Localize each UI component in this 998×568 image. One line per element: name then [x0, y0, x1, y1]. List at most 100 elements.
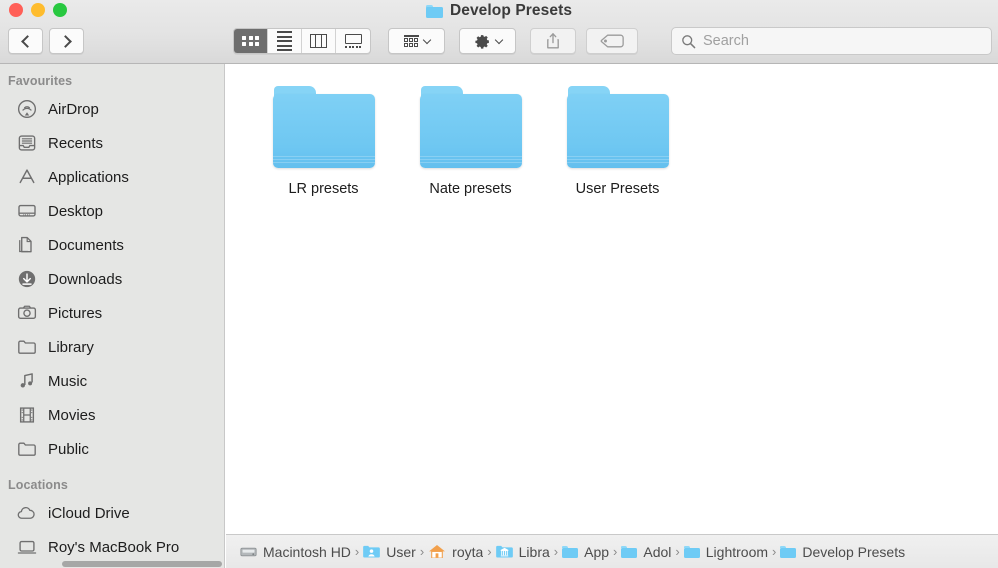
- library-folder-icon: [495, 545, 513, 558]
- breadcrumb-item[interactable]: Macintosh HD: [240, 544, 351, 560]
- file-grid: LR presets Nate presets User Presets: [226, 64, 998, 197]
- sidebar-horizontal-scrollbar[interactable]: [62, 561, 222, 567]
- sidebar-item-label: Pictures: [48, 304, 103, 322]
- window-chrome: Develop Presets Search: [0, 0, 998, 64]
- action-menu-button[interactable]: [459, 28, 516, 54]
- sidebar-item-music[interactable]: Music: [0, 364, 224, 398]
- desktop-icon: [16, 201, 37, 222]
- breadcrumb-item[interactable]: royta: [428, 544, 483, 560]
- back-button[interactable]: [8, 28, 43, 54]
- window-title-bar: Develop Presets: [0, 0, 998, 22]
- recents-icon: [16, 133, 37, 154]
- harddisk-icon: [240, 545, 257, 559]
- file-item[interactable]: LR presets: [250, 86, 397, 197]
- sidebar-item-label: Downloads: [48, 270, 123, 288]
- forward-button[interactable]: [49, 28, 84, 54]
- search-placeholder: Search: [703, 33, 749, 49]
- view-as-list-button[interactable]: [268, 29, 302, 53]
- search-input[interactable]: Search: [671, 27, 992, 55]
- share-button[interactable]: [530, 28, 576, 54]
- sidebar-item-label: Applications: [48, 168, 129, 186]
- breadcrumb-item[interactable]: Develop Presets: [780, 544, 905, 560]
- sidebar-item-label: Public: [48, 440, 89, 458]
- airdrop-icon: [16, 99, 37, 120]
- breadcrumb-item[interactable]: Lightroom: [683, 543, 769, 560]
- sidebar-item-public[interactable]: Public: [0, 432, 224, 466]
- sidebar-item-desktop[interactable]: Desktop: [0, 194, 224, 228]
- sidebar-item-pictures[interactable]: Pictures: [0, 296, 224, 330]
- path-bar: Macintosh HD › User › royta › Libra › Ap…: [226, 534, 998, 568]
- chevron-right-icon: [58, 34, 72, 48]
- sidebar-item-airdrop[interactable]: AirDrop: [0, 92, 224, 126]
- list-view-icon: [277, 31, 292, 51]
- sidebar-item-recents[interactable]: Recents: [0, 126, 224, 160]
- sidebar-item-downloads[interactable]: Downloads: [0, 262, 224, 296]
- folder-icon: [566, 86, 669, 168]
- folder-icon: [419, 86, 522, 168]
- pictures-icon: [16, 303, 37, 324]
- downloads-icon: [16, 269, 37, 290]
- breadcrumb-item[interactable]: User: [363, 544, 416, 560]
- file-item-label: LR presets: [288, 181, 359, 197]
- breadcrumb-label: Macintosh HD: [263, 543, 351, 560]
- view-as-gallery-button[interactable]: [336, 29, 370, 53]
- sidebar-item-label: Desktop: [48, 202, 104, 220]
- icloud-icon: [16, 503, 37, 524]
- view-as-columns-button[interactable]: [302, 29, 336, 53]
- chevron-left-icon: [20, 34, 34, 48]
- folder-icon: [780, 545, 797, 558]
- applications-icon: [16, 167, 37, 188]
- edit-tags-button[interactable]: [586, 28, 638, 54]
- sidebar-item-label: Library: [48, 338, 94, 356]
- sidebar-item-documents[interactable]: Documents: [0, 228, 224, 262]
- breadcrumb-separator: ›: [772, 544, 777, 559]
- file-item-label: User Presets: [575, 181, 660, 197]
- chevron-down-icon: [422, 35, 431, 44]
- gear-icon: [474, 34, 489, 49]
- sidebar-item-applications[interactable]: Applications: [0, 160, 224, 194]
- group-by-button[interactable]: [388, 28, 445, 54]
- search-icon: [682, 34, 696, 48]
- file-item[interactable]: Nate presets: [397, 86, 544, 197]
- sidebar-item-icloud-drive[interactable]: iCloud Drive: [0, 496, 224, 530]
- breadcrumb-separator: ›: [487, 544, 492, 559]
- movies-icon: [16, 405, 37, 426]
- breadcrumb-item[interactable]: App: [562, 544, 609, 560]
- home-icon: [428, 544, 446, 559]
- breadcrumb-item[interactable]: Adol: [621, 544, 671, 560]
- tag-icon: [600, 34, 624, 48]
- folder-icon: [16, 439, 37, 460]
- folder-icon: [272, 86, 375, 168]
- sidebar-item-label: Movies: [48, 406, 96, 424]
- sidebar-item-label: Roy's MacBook Pro: [48, 538, 180, 556]
- toolbar: Search: [0, 24, 998, 58]
- documents-icon: [16, 235, 37, 256]
- folder-icon: [562, 545, 579, 558]
- sidebar-item-label: iCloud Drive: [48, 504, 130, 522]
- breadcrumb-separator: ›: [613, 544, 618, 559]
- breadcrumb-label: royta: [452, 543, 484, 560]
- sidebar-item-library[interactable]: Library: [0, 330, 224, 364]
- breadcrumb-separator: ›: [675, 544, 680, 559]
- sidebar-item-movies[interactable]: Movies: [0, 398, 224, 432]
- sidebar[interactable]: Favourites AirDrop Recents Applications …: [0, 64, 225, 568]
- column-view-icon: [310, 34, 327, 48]
- file-item[interactable]: User Presets: [544, 86, 691, 197]
- breadcrumb-item[interactable]: Libra: [495, 543, 550, 560]
- file-item-label: Nate presets: [429, 181, 512, 197]
- gallery-view-icon: [344, 34, 362, 48]
- folder-icon: [621, 545, 638, 558]
- breadcrumb-separator: ›: [419, 544, 425, 559]
- view-switcher: [233, 28, 371, 54]
- breadcrumb-label: Lightroom: [705, 543, 769, 560]
- file-browser-content[interactable]: LR presets Nate presets User Presets: [226, 64, 998, 568]
- view-as-icons-button[interactable]: [234, 29, 268, 53]
- group-by-icon: [403, 35, 419, 47]
- breadcrumb-label: Develop Presets: [802, 543, 906, 560]
- laptop-icon: [16, 537, 37, 558]
- music-icon: [16, 371, 37, 392]
- breadcrumb-label: Libra: [518, 543, 550, 560]
- page-title: Develop Presets: [449, 2, 573, 19]
- sidebar-item-label: Recents: [48, 134, 104, 152]
- sidebar-item-roys-macbook-pro[interactable]: Roy's MacBook Pro: [0, 530, 224, 564]
